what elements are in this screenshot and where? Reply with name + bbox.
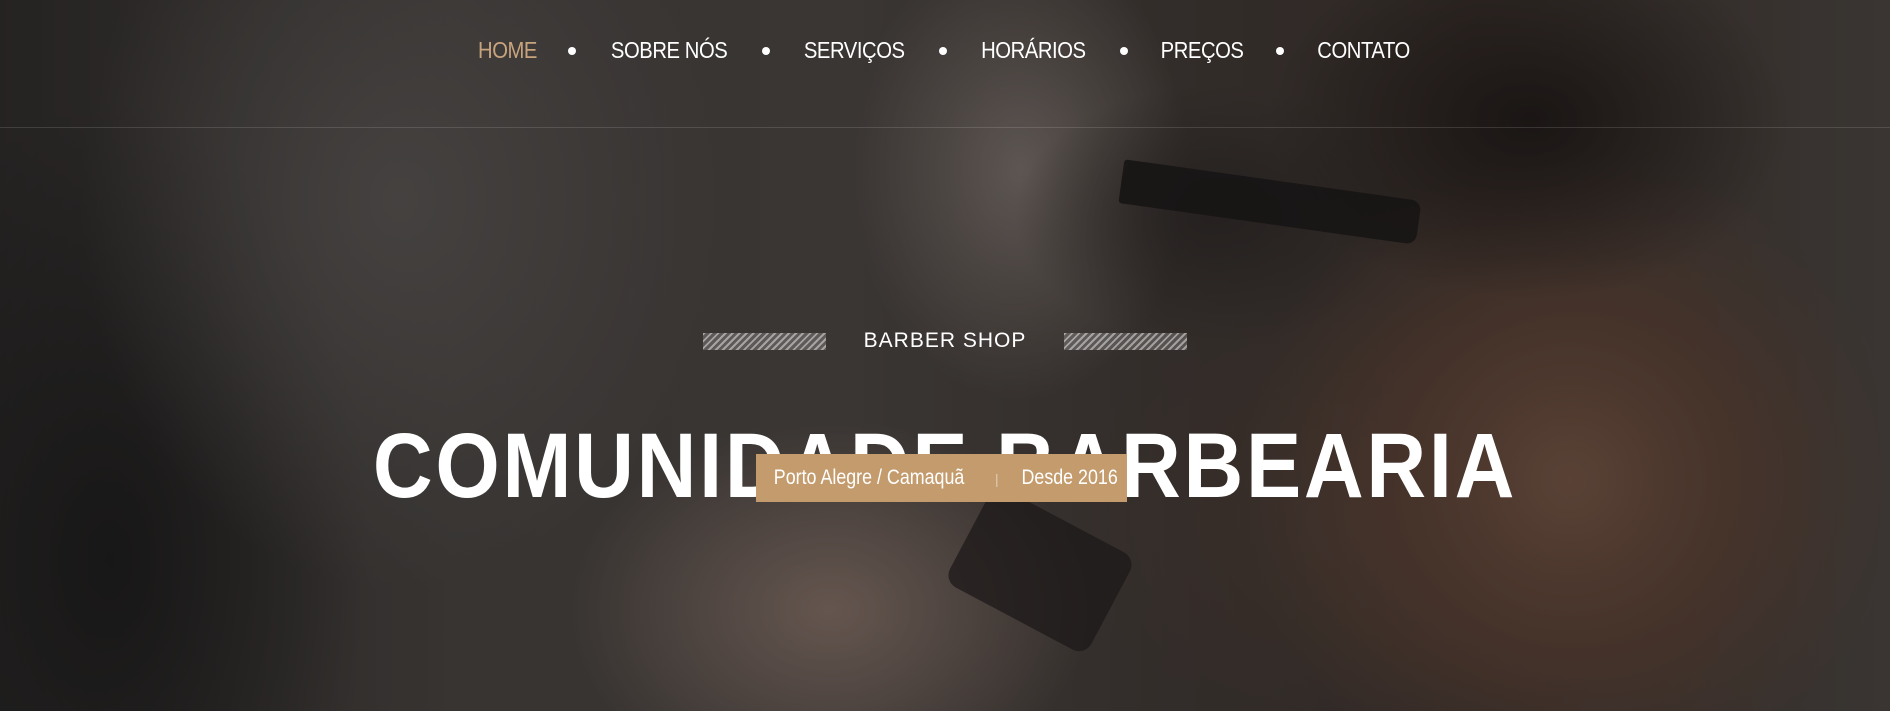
hero-since: Desde 2016 xyxy=(1021,466,1118,489)
decorative-stripe-left xyxy=(702,332,826,350)
info-separator: | xyxy=(995,471,999,487)
nav-separator-dot xyxy=(1119,46,1128,55)
hero-location: Porto Alegre / Camaquã xyxy=(773,466,965,489)
nav-item-servicos[interactable]: SERVIÇOS xyxy=(804,37,905,64)
hero-info-bar: Porto Alegre / Camaquã | Desde 2016 xyxy=(756,454,1127,502)
nav-item-precos[interactable]: PREÇOS xyxy=(1160,37,1243,64)
nav-separator-dot xyxy=(938,46,947,55)
nav-item-horarios[interactable]: HORÁRIOS xyxy=(981,37,1086,64)
nav-separator-dot xyxy=(1275,46,1284,55)
nav-item-contato[interactable]: CONTATO xyxy=(1317,37,1410,64)
tagline-row: BARBER SHOP xyxy=(0,328,1890,354)
nav-item-home[interactable]: HOME xyxy=(478,37,537,64)
decorative-stripe-right xyxy=(1064,332,1188,350)
hero-tagline: BARBER SHOP xyxy=(863,329,1027,352)
nav-list: HOME SOBRE NÓS SERVIÇOS HORÁRIOS PREÇOS … xyxy=(0,37,1890,64)
nav-separator-dot xyxy=(762,46,771,55)
main-nav: HOME SOBRE NÓS SERVIÇOS HORÁRIOS PREÇOS … xyxy=(0,0,1890,128)
nav-item-sobre-nos[interactable]: SOBRE NÓS xyxy=(611,37,728,64)
hero-section: HOME SOBRE NÓS SERVIÇOS HORÁRIOS PREÇOS … xyxy=(0,0,1890,711)
nav-separator-dot xyxy=(568,46,577,55)
